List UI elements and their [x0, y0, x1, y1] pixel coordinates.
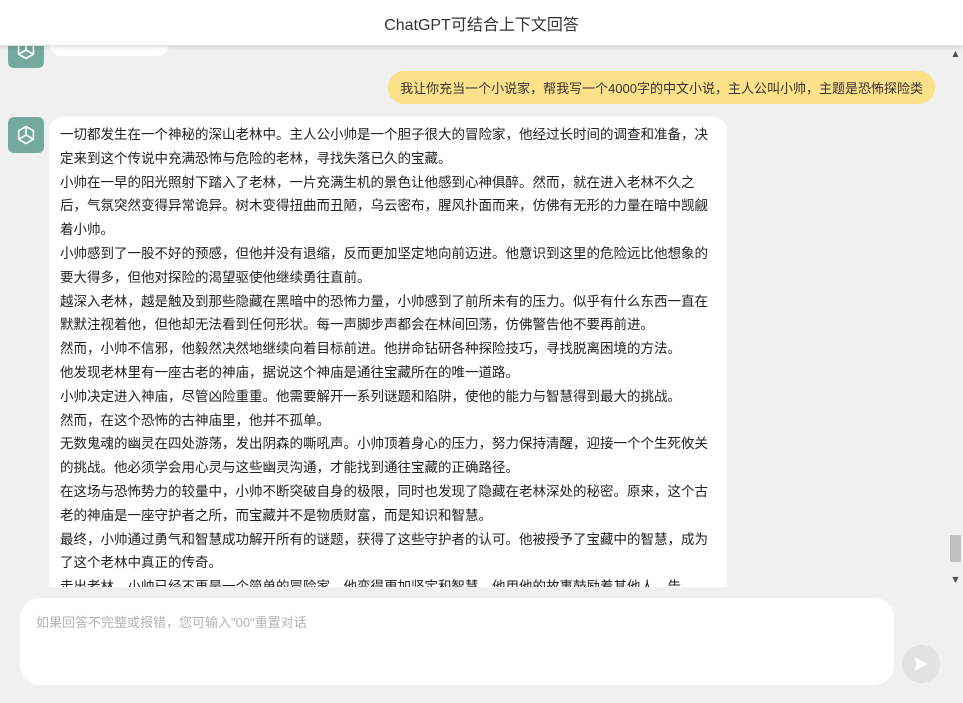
assistant-paragraph: 在这场与恐怖势力的较量中，小帅不断突破自身的极限，同时也发现了隐藏在老林深处的秘… [60, 483, 708, 523]
user-message-bubble: 我让你充当一个小说家，帮我写一个4000字的中文小说，主人公叫小帅，主题是恐怖探… [388, 71, 935, 104]
message-input[interactable] [20, 598, 894, 685]
chat-message-list[interactable]: 我让你充当一个小说家，帮我写一个4000字的中文小说，主人公叫小帅，主题是恐怖探… [0, 46, 948, 587]
user-message-text: 我让你充当一个小说家，帮我写一个4000字的中文小说，主人公叫小帅，主题是恐怖探… [400, 81, 923, 96]
scrollbar-thumb[interactable] [950, 535, 961, 562]
send-icon [914, 657, 928, 671]
assistant-paragraph: 小帅感到了一股不好的预感，但他并没有退缩，反而更加坚定地向前迈进。他意识到这里的… [60, 245, 708, 285]
header-bar: ChatGPT可结合上下文回答 [0, 0, 963, 46]
assistant-paragraph: 小帅在一早的阳光照射下踏入了老林，一片充满生机的景色让他感到心神俱醉。然而，就在… [60, 174, 708, 238]
chat-window: ChatGPT可结合上下文回答 我让你充当一个小说家，帮我写一个4000字的中文… [0, 0, 963, 703]
assistant-paragraph: 最终，小帅通过勇气和智慧成功解开所有的谜题，获得了这些守护者的认可。他被授予了宝… [60, 531, 708, 571]
input-area [0, 587, 963, 703]
assistant-avatar [8, 117, 44, 153]
assistant-paragraph: 小帅决定进入神庙，尽管凶险重重。他需要解开一系列谜题和陷阱，使他的能力与智慧得到… [60, 388, 681, 404]
openai-logo-icon [17, 125, 35, 145]
page-title: ChatGPT可结合上下文回答 [384, 16, 579, 34]
assistant-paragraph: 无数鬼魂的幽灵在四处游荡，发出阴森的嘶吼声。小帅顶着身心的压力，努力保持清醒，迎… [60, 436, 708, 476]
chat-scrollbar[interactable]: ▲ ▼ [948, 46, 963, 587]
assistant-paragraph: 他发现老林里有一座古老的神庙，据说这个神庙是通往宝藏所在的唯一道路。 [60, 364, 519, 380]
assistant-paragraph: 越深入老林，越是触及到那些隐藏在黑暗中的恐怖力量，小帅感到了前所未有的压力。似乎… [60, 293, 708, 333]
assistant-paragraph: 然而，小帅不信邪，他毅然决然地继续向着目标前进。他拼命钻研各种探险技巧，寻找脱离… [60, 341, 681, 357]
previous-assistant-bubble [49, 46, 169, 56]
assistant-paragraph: 一切都发生在一个神秘的深山老林中。主人公小帅是一个胆子很大的冒险家，他经过长时间… [60, 127, 708, 166]
assistant-paragraph: 走出老林，小帅已经不再是一个简单的冒险家，他变得更加坚定和智慧。他用他的故事鼓励… [60, 579, 681, 587]
assistant-paragraph: 然而，在这个恐怖的古神庙里，他并不孤单。 [60, 412, 330, 428]
scroll-up-arrow-icon[interactable]: ▲ [948, 46, 963, 61]
openai-logo-icon [17, 46, 35, 60]
scroll-down-arrow-icon[interactable]: ▼ [948, 572, 963, 587]
send-button[interactable] [902, 645, 940, 683]
assistant-avatar-previous [8, 46, 44, 68]
assistant-message-bubble: 一切都发生在一个神秘的深山老林中。主人公小帅是一个胆子很大的冒险家，他经过长时间… [49, 117, 727, 587]
